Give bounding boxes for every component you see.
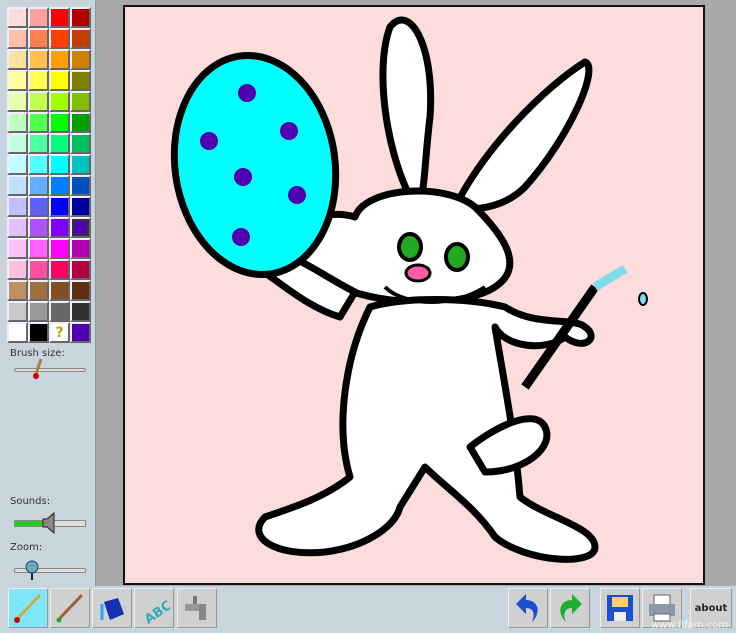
- color-swatch[interactable]: [70, 112, 91, 133]
- color-swatch[interactable]: [7, 301, 28, 322]
- color-swatch[interactable]: [49, 112, 70, 133]
- bottom-toolbar: ABC about www.fifam.com: [0, 586, 736, 633]
- color-swatch[interactable]: [28, 91, 49, 112]
- color-swatch[interactable]: [49, 70, 70, 91]
- color-swatch[interactable]: [28, 70, 49, 91]
- brush-size-handle-icon[interactable]: [32, 358, 44, 380]
- text-tool-button[interactable]: ABC: [134, 588, 174, 628]
- color-swatch[interactable]: [49, 196, 70, 217]
- zoom-handle-icon[interactable]: [25, 560, 39, 580]
- fill-tool-button[interactable]: [92, 588, 132, 628]
- color-swatch[interactable]: [70, 154, 91, 175]
- random-color-icon[interactable]: ?: [49, 322, 70, 343]
- color-swatch[interactable]: [28, 196, 49, 217]
- brush-size-slider[interactable]: [14, 368, 86, 372]
- color-swatch[interactable]: [49, 133, 70, 154]
- pencil-icon: [56, 593, 84, 623]
- about-label: about: [694, 602, 728, 614]
- color-swatch[interactable]: [28, 238, 49, 259]
- color-swatch[interactable]: [28, 28, 49, 49]
- color-swatch[interactable]: [7, 91, 28, 112]
- faucet-icon: [185, 596, 206, 620]
- color-swatch[interactable]: [70, 175, 91, 196]
- paint-bucket-icon: [100, 598, 124, 620]
- color-swatch[interactable]: [49, 91, 70, 112]
- color-swatch[interactable]: [28, 259, 49, 280]
- color-palette: ?: [7, 7, 93, 343]
- color-swatch[interactable]: [7, 112, 28, 133]
- color-swatch[interactable]: [7, 217, 28, 238]
- pencil-tool-button[interactable]: [50, 588, 90, 628]
- speaker-icon[interactable]: [42, 512, 56, 534]
- color-swatch[interactable]: [49, 49, 70, 70]
- undo-icon: [516, 594, 538, 622]
- color-swatch[interactable]: [70, 301, 91, 322]
- brush-icon: [14, 593, 42, 623]
- color-swatch[interactable]: [28, 322, 49, 343]
- left-panel: ? Brush size: Sounds: Zoom:: [0, 0, 96, 586]
- color-swatch[interactable]: [70, 217, 91, 238]
- color-swatch[interactable]: [70, 280, 91, 301]
- color-swatch[interactable]: [70, 196, 91, 217]
- color-swatch[interactable]: [7, 154, 28, 175]
- color-swatch[interactable]: [49, 301, 70, 322]
- color-swatch[interactable]: [28, 301, 49, 322]
- color-swatch[interactable]: [49, 28, 70, 49]
- color-swatch[interactable]: [7, 196, 28, 217]
- color-swatch[interactable]: [70, 238, 91, 259]
- color-swatch[interactable]: [70, 133, 91, 154]
- color-swatch[interactable]: [7, 280, 28, 301]
- color-swatch[interactable]: [28, 154, 49, 175]
- color-swatch[interactable]: [28, 112, 49, 133]
- color-swatch[interactable]: [49, 175, 70, 196]
- color-swatch[interactable]: [7, 7, 28, 28]
- color-swatch[interactable]: [49, 280, 70, 301]
- color-swatch[interactable]: [70, 7, 91, 28]
- bunny-coloring-picture: [170, 16, 648, 563]
- current-color-swatch[interactable]: [70, 322, 91, 343]
- save-button[interactable]: [600, 588, 640, 628]
- color-swatch[interactable]: [49, 154, 70, 175]
- sounds-label: Sounds:: [10, 496, 51, 507]
- color-swatch[interactable]: [7, 238, 28, 259]
- color-swatch[interactable]: [70, 28, 91, 49]
- color-swatch[interactable]: [7, 322, 28, 343]
- clear-tool-button[interactable]: [177, 588, 217, 628]
- zoom-label: Zoom:: [10, 542, 43, 553]
- color-swatch[interactable]: [49, 259, 70, 280]
- text-abc-icon: ABC: [142, 598, 170, 624]
- color-swatch[interactable]: [7, 175, 28, 196]
- drawing-canvas[interactable]: [123, 5, 705, 585]
- color-swatch[interactable]: [49, 217, 70, 238]
- color-swatch[interactable]: [70, 70, 91, 91]
- color-swatch[interactable]: [7, 49, 28, 70]
- color-swatch[interactable]: [49, 7, 70, 28]
- color-swatch[interactable]: [28, 133, 49, 154]
- brush-tool-button[interactable]: [8, 588, 48, 628]
- save-icon: [607, 595, 633, 621]
- color-swatch[interactable]: [70, 259, 91, 280]
- svg-text:ABC: ABC: [142, 598, 170, 624]
- color-swatch[interactable]: [28, 7, 49, 28]
- watermark: www.fifam.com: [650, 620, 728, 631]
- color-swatch[interactable]: [70, 91, 91, 112]
- redo-icon: [560, 594, 582, 622]
- color-swatch[interactable]: [7, 133, 28, 154]
- color-swatch[interactable]: [49, 238, 70, 259]
- color-swatch[interactable]: [28, 49, 49, 70]
- redo-button[interactable]: [550, 588, 590, 628]
- color-swatch[interactable]: [7, 70, 28, 91]
- color-swatch[interactable]: [28, 175, 49, 196]
- color-swatch[interactable]: [7, 259, 28, 280]
- color-swatch[interactable]: [70, 49, 91, 70]
- color-swatch[interactable]: [28, 217, 49, 238]
- color-swatch[interactable]: [7, 28, 28, 49]
- color-swatch[interactable]: [28, 280, 49, 301]
- undo-button[interactable]: [508, 588, 548, 628]
